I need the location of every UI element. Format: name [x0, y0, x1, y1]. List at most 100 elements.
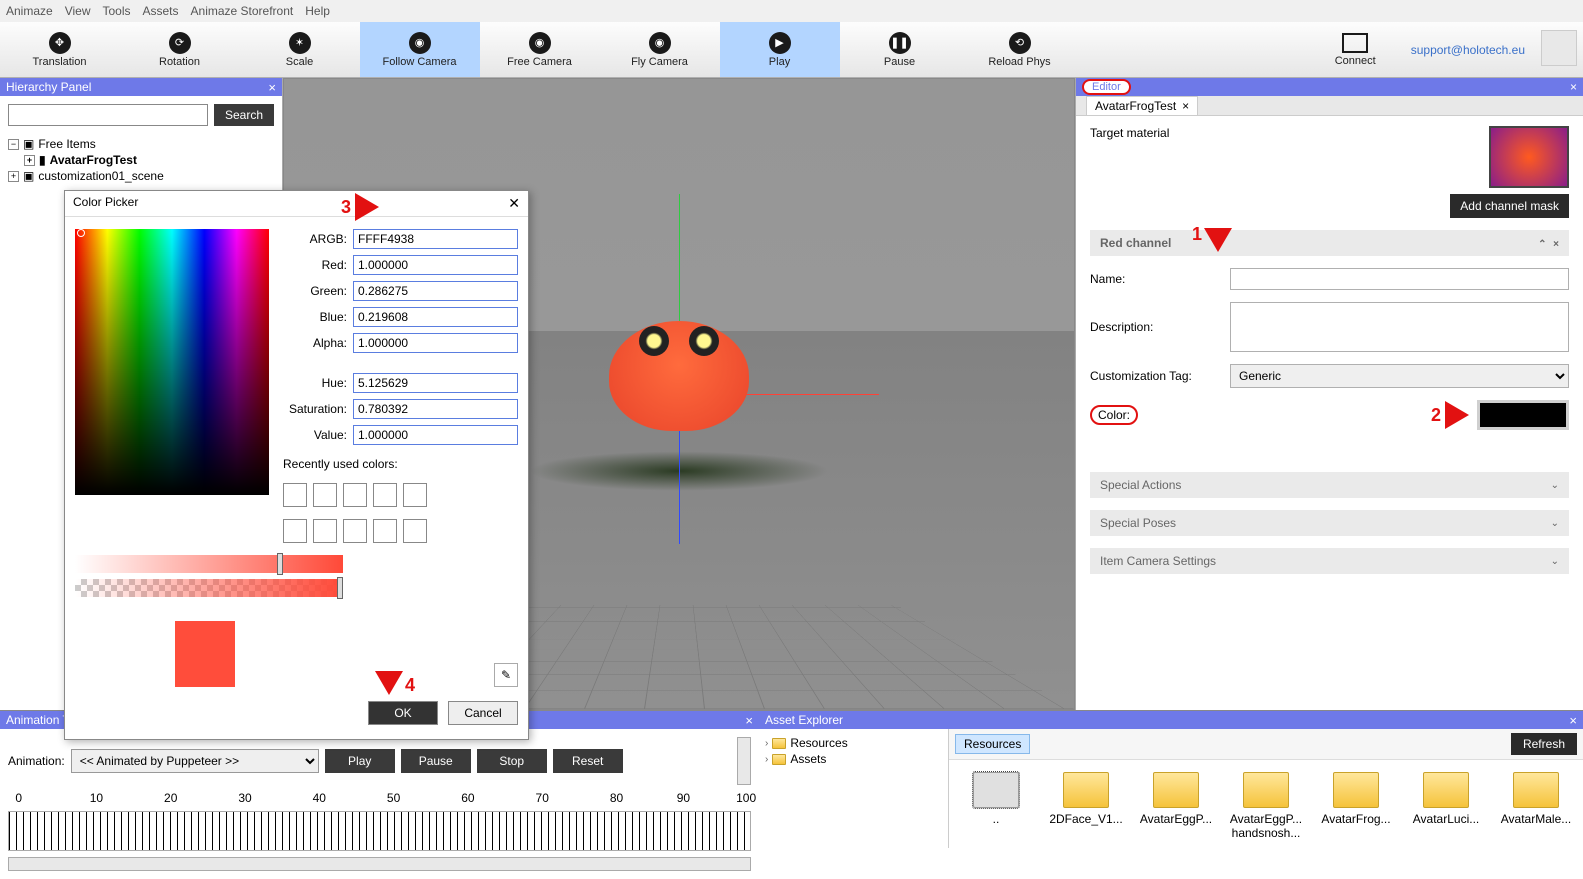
animation-select[interactable]: << Animated by Puppeteer >>	[71, 749, 319, 773]
menu-assets[interactable]: Assets	[143, 4, 179, 18]
recent-color-swatch[interactable]	[313, 519, 337, 543]
recent-color-swatch[interactable]	[343, 483, 367, 507]
scale-button[interactable]: ✶ Scale	[240, 22, 360, 77]
folder-item[interactable]: 2DFace_V1...	[1051, 768, 1121, 826]
slider-handle[interactable]	[337, 577, 343, 599]
red-input[interactable]	[353, 255, 518, 275]
close-icon[interactable]: ×	[1553, 239, 1559, 250]
tab-close-icon[interactable]: ×	[1182, 99, 1189, 113]
blue-input[interactable]	[353, 307, 518, 327]
tree-item-customization[interactable]: + ▣customization01_scene	[8, 168, 274, 184]
account-icon[interactable]	[1541, 30, 1577, 66]
eyedropper-button[interactable]: ✎	[494, 663, 518, 687]
gradient-cursor[interactable]	[77, 229, 85, 237]
alpha-input[interactable]	[353, 333, 518, 353]
saturation-input[interactable]	[353, 399, 518, 419]
recent-color-swatch[interactable]	[283, 483, 307, 507]
asset-explorer-panel: Asset Explorer × ›Resources ›Assets Reso…	[759, 711, 1583, 843]
color-picker-close-icon[interactable]: ✕	[508, 195, 520, 212]
name-input[interactable]	[1230, 268, 1569, 290]
pause-button[interactable]: ❚❚ Pause	[840, 22, 960, 77]
custom-tag-select[interactable]: Generic	[1230, 364, 1569, 388]
support-link[interactable]: support@holotech.eu	[1401, 22, 1535, 77]
recent-color-swatch[interactable]	[373, 519, 397, 543]
fly-camera-button[interactable]: ◉ Fly Camera	[600, 22, 720, 77]
refresh-button[interactable]: Refresh	[1511, 733, 1577, 755]
collapse-icon[interactable]: ⌃	[1538, 239, 1546, 250]
red-label: Red:	[283, 258, 347, 272]
tab-avatarfrogtest[interactable]: AvatarFrogTest ×	[1086, 96, 1198, 115]
recent-color-swatch[interactable]	[313, 483, 337, 507]
expand-icon[interactable]: +	[8, 171, 19, 182]
expand-icon[interactable]: +	[24, 155, 35, 166]
folder-item[interactable]: AvatarLuci...	[1411, 768, 1481, 826]
hierarchy-title: Hierarchy Panel	[6, 80, 91, 94]
value-input[interactable]	[353, 425, 518, 445]
explorer-close-icon[interactable]: ×	[1569, 713, 1577, 728]
tree-item-assets[interactable]: ›Assets	[765, 751, 942, 767]
tree-item-free-items[interactable]: − ▣Free Items	[8, 136, 274, 152]
alpha-slider[interactable]	[75, 579, 343, 597]
connect-button[interactable]: Connect	[1311, 22, 1401, 77]
timeline-close-icon[interactable]: ×	[745, 713, 753, 728]
rotation-button[interactable]: ⟳ Rotation	[120, 22, 240, 77]
timeline-reset-button[interactable]: Reset	[553, 749, 623, 773]
pause-label: Pause	[884, 56, 915, 68]
description-input[interactable]	[1230, 302, 1569, 352]
hierarchy-search-input[interactable]	[8, 104, 208, 126]
free-camera-button[interactable]: ◉ Free Camera	[480, 22, 600, 77]
menu-tools[interactable]: Tools	[102, 4, 130, 18]
folder-item[interactable]: AvatarEggP... handsnosh...	[1231, 768, 1301, 840]
recent-color-swatch[interactable]	[343, 519, 367, 543]
timeline-scrollbar-h[interactable]	[8, 857, 751, 871]
editor-close-icon[interactable]: ×	[1570, 80, 1577, 94]
special-actions-header[interactable]: Special Actions⌄	[1090, 472, 1569, 498]
follow-camera-button[interactable]: ◉ Follow Camera	[360, 22, 480, 77]
reload-phys-button[interactable]: ⟲ Reload Phys	[960, 22, 1080, 77]
hue-input[interactable]	[353, 373, 518, 393]
recent-color-swatch[interactable]	[283, 519, 307, 543]
collapse-icon[interactable]: −	[8, 139, 19, 150]
tree-item-resources[interactable]: ›Resources	[765, 735, 942, 751]
argb-input[interactable]	[353, 229, 518, 249]
timeline-play-button[interactable]: Play	[325, 749, 395, 773]
add-channel-mask-button[interactable]: Add channel mask	[1450, 194, 1569, 218]
material-thumbnail[interactable]	[1489, 126, 1569, 188]
hierarchy-close-icon[interactable]: ×	[268, 80, 276, 95]
item-camera-header[interactable]: Item Camera Settings⌄	[1090, 548, 1569, 574]
color-picker-ok-button[interactable]: OK	[368, 701, 438, 725]
color-gradient-picker[interactable]	[75, 229, 269, 495]
menu-help[interactable]: Help	[305, 4, 330, 18]
color-picker-title-bar[interactable]: Color Picker ✕	[65, 191, 528, 217]
folder-item[interactable]: AvatarFrog...	[1321, 768, 1391, 826]
recent-color-swatch[interactable]	[403, 483, 427, 507]
slider-handle[interactable]	[277, 553, 283, 575]
menu-view[interactable]: View	[65, 4, 91, 18]
folder-item[interactable]: AvatarMale...	[1501, 768, 1571, 826]
color-swatch[interactable]	[1477, 400, 1569, 430]
saturation-slider[interactable]	[75, 555, 343, 573]
translation-button[interactable]: ✥ Translation	[0, 22, 120, 77]
folder-up[interactable]: ..	[961, 768, 1031, 826]
camera-icon: ◉	[409, 32, 431, 54]
timeline-pause-button[interactable]: Pause	[401, 749, 471, 773]
folder-item[interactable]: AvatarEggP...	[1141, 768, 1211, 826]
special-poses-header[interactable]: Special Poses⌄	[1090, 510, 1569, 536]
alpha-label: Alpha:	[283, 336, 347, 350]
menu-storefront[interactable]: Animaze Storefront	[191, 4, 294, 18]
hierarchy-search-button[interactable]: Search	[214, 104, 274, 126]
color-picker-cancel-button[interactable]: Cancel	[448, 701, 518, 725]
red-channel-header[interactable]: Red channel ⌃ ×	[1090, 230, 1569, 256]
recent-color-swatch[interactable]	[403, 519, 427, 543]
menu-animaze[interactable]: Animaze	[6, 4, 53, 18]
green-input[interactable]	[353, 281, 518, 301]
recent-color-swatch[interactable]	[373, 483, 397, 507]
timeline-stop-button[interactable]: Stop	[477, 749, 547, 773]
custom-tag-label: Customization Tag:	[1090, 369, 1230, 383]
play-button[interactable]: ▶ Play	[720, 22, 840, 77]
timeline-scrollbar-v[interactable]	[737, 737, 751, 785]
tree-item-avatarfrogtest[interactable]: + ▮AvatarFrogTest	[24, 152, 274, 168]
timeline-ruler[interactable]	[8, 811, 751, 851]
breadcrumb[interactable]: Resources	[955, 734, 1030, 754]
annotation-4: 4	[375, 671, 403, 695]
